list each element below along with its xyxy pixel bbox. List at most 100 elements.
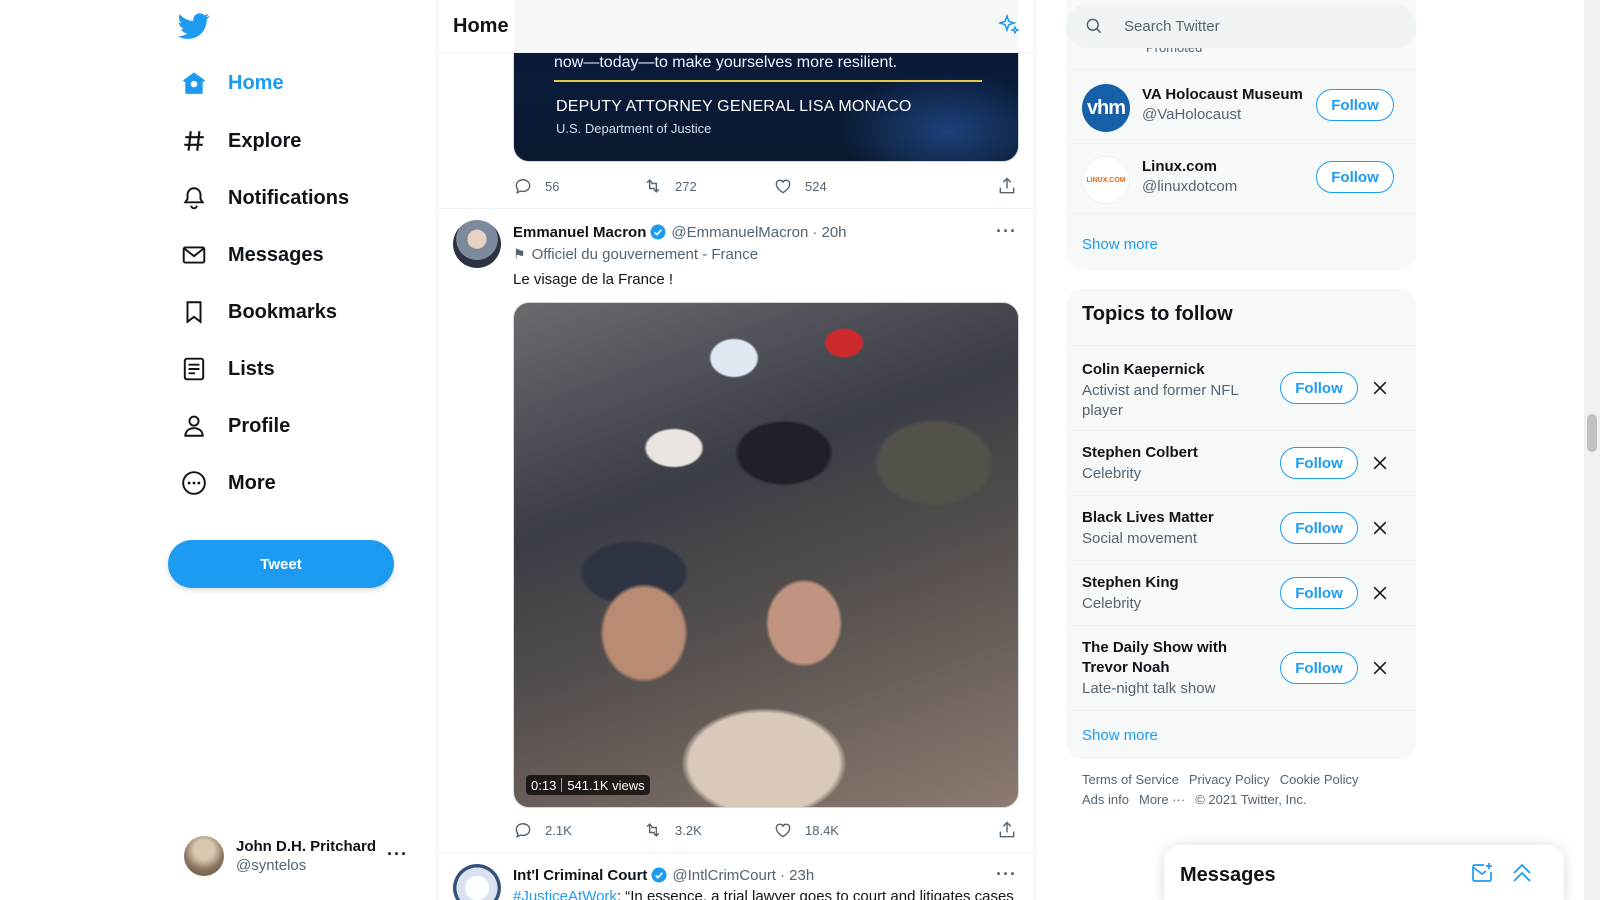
nav-label: More [228, 471, 276, 494]
more-circle-icon [180, 469, 208, 497]
tweet-time[interactable]: · 23h [780, 867, 814, 884]
follow-button[interactable]: Follow [1280, 652, 1358, 684]
follow-button[interactable]: Follow [1280, 577, 1358, 609]
account-handle: @syntelos [236, 857, 307, 874]
topic-item[interactable]: Black Lives Matter Social movement Follo… [1066, 496, 1416, 561]
nav-messages[interactable]: Messages [168, 230, 336, 280]
follow-button[interactable]: Follow [1316, 161, 1394, 193]
twitter-logo-icon[interactable] [178, 10, 210, 42]
footer-link[interactable]: More ··· [1139, 792, 1185, 807]
twitter-page: Home Explore Notifications Messages Book [0, 0, 1600, 900]
avatar[interactable] [453, 220, 501, 268]
topic-item[interactable]: Colin Kaepernick Activist and former NFL… [1066, 346, 1416, 431]
footer-link[interactable]: Terms of Service [1082, 772, 1179, 787]
share-icon [999, 177, 1015, 194]
follow-suggestion[interactable]: vhm VA Holocaust Museum @VaHolocaust Fol… [1066, 70, 1416, 144]
tweet-time[interactable]: · 20h [812, 224, 846, 241]
show-more-link[interactable]: Show more [1082, 236, 1158, 253]
retweet-button[interactable]: 272 [643, 176, 773, 196]
follow-button[interactable]: Follow [1280, 512, 1358, 544]
avatar [184, 836, 224, 876]
footer-links: Terms of Service Privacy Policy Cookie Pol… [1082, 770, 1402, 810]
sparkle-icon[interactable] [997, 13, 1021, 38]
chevron-up-icon[interactable] [1510, 861, 1534, 885]
heart-icon [775, 179, 791, 194]
retweet-icon [646, 823, 660, 837]
footer-link[interactable]: Privacy Policy [1189, 772, 1270, 787]
video-badge: 0:13 541.1K views [526, 775, 650, 795]
nav-bookmarks[interactable]: Bookmarks [168, 287, 349, 337]
close-icon[interactable] [1368, 656, 1392, 680]
close-icon[interactable] [1368, 516, 1392, 540]
share-button[interactable] [997, 820, 1035, 840]
search-input[interactable]: Search Twitter [1066, 4, 1416, 48]
share-icon [999, 821, 1015, 838]
timeline: Home now—today—to make yourselves more r… [436, 0, 1036, 900]
retweet-icon [646, 179, 660, 193]
footer-link[interactable]: Cookie Policy [1280, 772, 1359, 787]
close-icon[interactable] [1368, 581, 1392, 605]
suggestion-name: VA Holocaust Museum [1142, 86, 1303, 103]
nav-explore[interactable]: Explore [168, 116, 313, 166]
hashtag-link[interactable]: #JusticeAtWork [513, 888, 617, 900]
tweet-author-name[interactable]: Emmanuel Macron [513, 224, 646, 241]
tweet-author-name[interactable]: Int'l Criminal Court [513, 867, 647, 884]
tweet-actions: 2.1K 3.2K 18.4K [513, 820, 1015, 840]
account-name: John D.H. Pritchard [236, 838, 377, 855]
flag-icon: ⚑ [513, 246, 526, 262]
topic-item[interactable]: Stephen Colbert Celebrity Follow [1066, 431, 1416, 496]
nav-notifications[interactable]: Notifications [168, 173, 361, 223]
tweet-header: Emmanuel Macron @EmmanuelMacron · 20h [513, 222, 847, 242]
account-more-icon[interactable]: ··· [387, 844, 408, 865]
reply-button[interactable]: 2.1K [513, 820, 643, 840]
nav-label: Explore [228, 129, 302, 152]
bookmark-icon [180, 298, 208, 326]
account-switcher[interactable]: John D.H. Pritchard @syntelos ··· [168, 830, 408, 882]
tweet-author-handle[interactable]: @EmmanuelMacron [671, 224, 808, 241]
new-message-icon[interactable] [1470, 861, 1494, 885]
topic-category: Celebrity [1082, 595, 1142, 612]
tweet-video[interactable]: 0:13 541.1K views [513, 302, 1019, 808]
topic-name: Colin Kaepernick [1082, 361, 1205, 378]
follow-button[interactable]: Follow [1280, 447, 1358, 479]
share-button[interactable] [997, 176, 1035, 196]
messages-dock[interactable]: Messages [1164, 845, 1564, 900]
reply-count: 56 [545, 178, 560, 194]
like-button[interactable]: 524 [773, 176, 903, 196]
page-scrollbar[interactable] [1584, 0, 1600, 900]
nav-profile[interactable]: Profile [168, 401, 302, 451]
topic-item[interactable]: Stephen King Celebrity Follow [1066, 561, 1416, 626]
like-count: 18.4K [805, 822, 839, 838]
close-icon[interactable] [1368, 451, 1392, 475]
footer-link[interactable]: Ads info [1082, 792, 1129, 807]
nav-lists[interactable]: Lists [168, 344, 287, 394]
close-icon[interactable] [1368, 376, 1392, 400]
tweet-author-handle[interactable]: @IntlCrimCourt [672, 867, 776, 884]
topic-category: Activist and former NFL [1082, 382, 1239, 399]
topic-category: player [1082, 402, 1123, 419]
scrollbar-thumb[interactable] [1587, 414, 1597, 452]
avatar[interactable] [453, 864, 501, 900]
timeline-header: Home [437, 0, 1035, 53]
tweet-button[interactable]: Tweet [168, 540, 394, 588]
suggestion-name: Linux.com [1142, 158, 1218, 175]
follow-button[interactable]: Follow [1316, 89, 1394, 121]
hashtag-icon [180, 127, 208, 155]
tweet-more-icon[interactable]: ··· [996, 221, 1017, 242]
suggestion-handle: @VaHolocaust [1142, 106, 1242, 123]
reply-button[interactable]: 56 [513, 176, 643, 196]
tweet-text: #JusticeAtWork: “In essence, a trial law… [513, 888, 1019, 900]
video-views: 541.1K views [567, 777, 645, 793]
nav-home[interactable]: Home [168, 58, 296, 108]
page-title: Home [453, 14, 509, 37]
tweet-more-icon[interactable]: ··· [996, 864, 1017, 885]
follow-button[interactable]: Follow [1280, 372, 1358, 404]
nav-more[interactable]: More [168, 458, 288, 508]
like-button[interactable]: 18.4K [773, 820, 903, 840]
follow-suggestion[interactable]: LINUX.COM Linux.com @linuxdotcom Follow [1066, 144, 1416, 214]
topic-item[interactable]: The Daily Show with Trevor Noah Late-nig… [1066, 626, 1416, 711]
retweet-button[interactable]: 3.2K [643, 820, 773, 840]
nav-label: Messages [228, 243, 324, 266]
media-quote-text: now—today—to make yourselves more resili… [554, 54, 898, 71]
show-more-link[interactable]: Show more [1082, 727, 1158, 744]
